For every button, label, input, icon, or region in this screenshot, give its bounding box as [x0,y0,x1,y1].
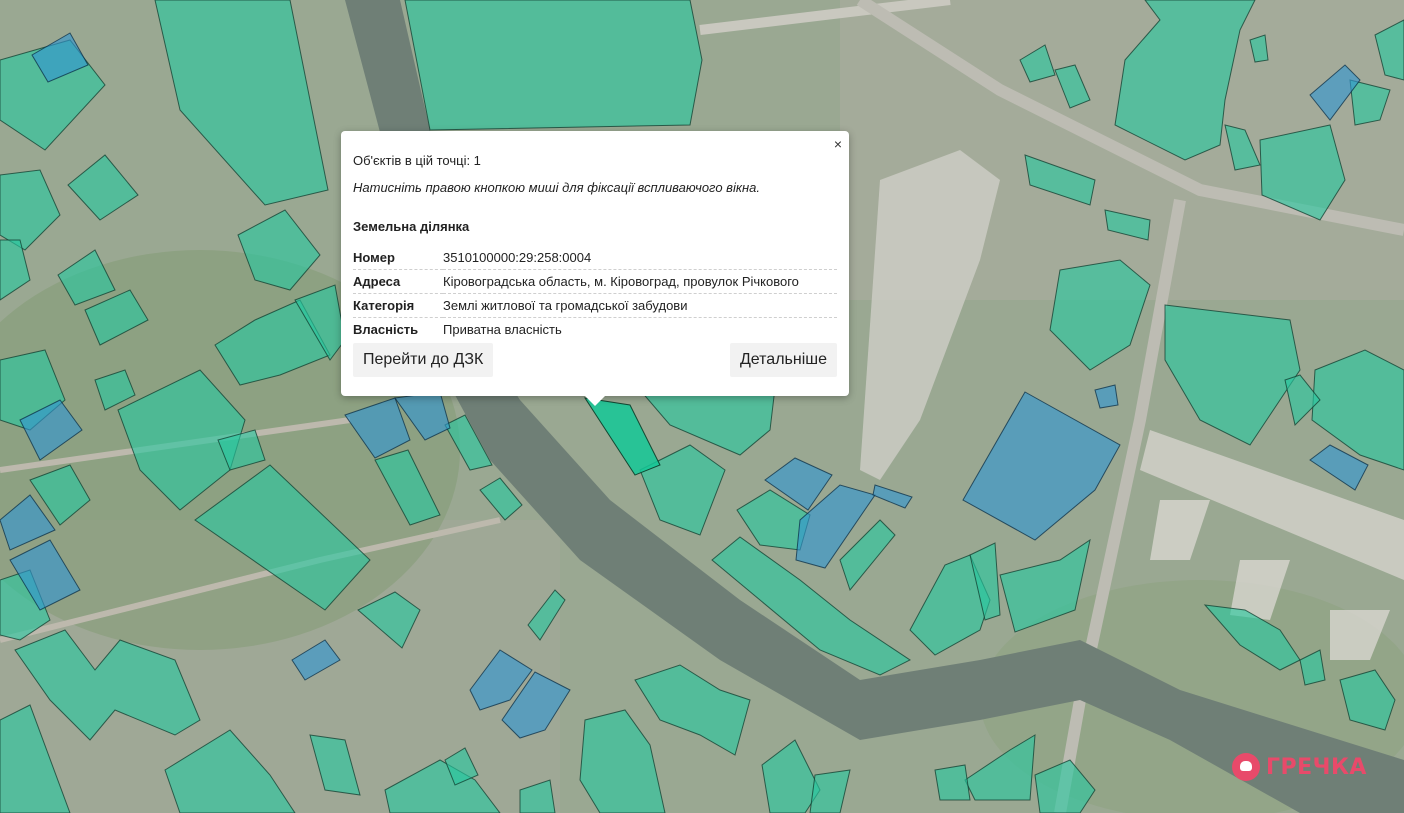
table-row: Адреса Кіровоградська область, м. Кірово… [353,269,837,294]
close-icon[interactable]: × [834,136,842,152]
pin-hint: Натисніть правою кнопкою миші для фіксац… [353,180,760,195]
grechka-logo[interactable]: ГРЕЧКА [1232,753,1367,781]
buckwheat-logo-icon [1232,753,1260,781]
section-title: Земельна ділянка [353,219,470,234]
parcel-properties-table: Номер 3510100000:29:258:0004 Адреса Кіро… [353,246,837,341]
property-key: Адреса [353,269,443,294]
table-row: Категорія Землі житлової та громадської … [353,293,837,318]
property-value: 3510100000:29:258:0004 [443,246,837,270]
details-button[interactable]: Детальніше [729,343,837,377]
objects-count: Об'єктів в цій точці: 1 [353,153,481,168]
popup-pointer [584,395,606,406]
logo-text: ГРЕЧКА [1266,754,1367,780]
property-value: Кіровоградська область, м. Кіровоград, п… [443,269,837,294]
table-row: Власність Приватна власність [353,318,837,342]
land-parcel[interactable] [934,764,971,801]
table-row: Номер 3510100000:29:258:0004 [353,246,837,270]
satellite-map[interactable] [0,0,1404,813]
land-parcel[interactable] [404,0,703,131]
property-value: Приватна власність [443,322,562,337]
property-key: Категорія [353,293,443,318]
parcel-info-popup: × Об'єктів в цій точці: 1 Натисніть прав… [341,131,849,406]
property-value: Землі житлової та громадської забудови [443,293,837,318]
map-layer[interactable] [0,0,1404,813]
popup-actions: Перейти до ДЗК Детальніше [353,343,837,377]
go-to-dzk-button[interactable]: Перейти до ДЗК [353,343,494,377]
property-key: Власність [353,322,419,337]
property-key: Номер [353,246,443,270]
